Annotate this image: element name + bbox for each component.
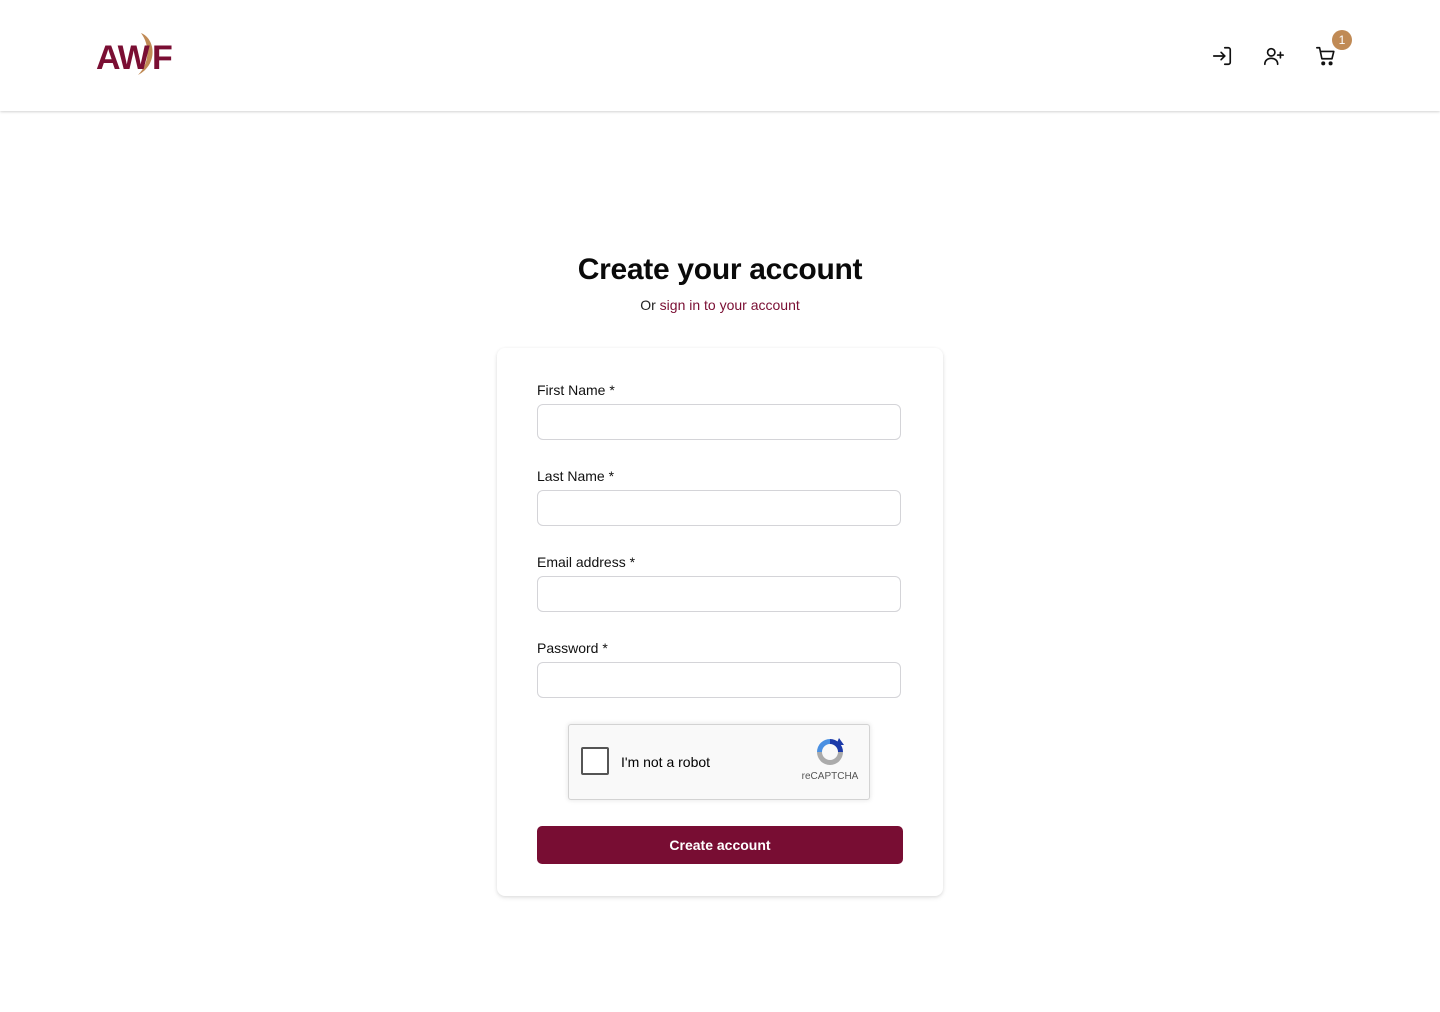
first-name-label: First Name *: [537, 382, 615, 398]
site-header: AW F 1: [0, 0, 1440, 111]
recaptcha-label: I'm not a robot: [621, 754, 711, 770]
sign-in-link[interactable]: sign in to your account: [660, 297, 800, 313]
last-name-input[interactable]: [537, 490, 901, 526]
recaptcha-brand: reCAPTCHA: [801, 771, 859, 782]
create-account-form: First Name * Last Name * Email address *…: [497, 348, 943, 896]
recaptcha-widget: I'm not a robot reCAPTCHA: [568, 724, 870, 800]
password-input[interactable]: [537, 662, 901, 698]
password-label: Password *: [537, 640, 608, 656]
email-label: Email address *: [537, 554, 636, 570]
cart-count-badge: 1: [1332, 30, 1352, 50]
email-input[interactable]: [537, 576, 901, 612]
svg-text:AW: AW: [96, 39, 151, 77]
svg-text:F: F: [152, 39, 173, 77]
recaptcha-logo-icon: [817, 738, 844, 765]
recaptcha-checkbox[interactable]: [581, 747, 609, 775]
user-plus-icon[interactable]: [1261, 43, 1287, 69]
create-account-button[interactable]: Create account: [537, 826, 903, 864]
page-title: Create your account: [577, 253, 863, 286]
awf-logo-mark: AW F: [96, 33, 173, 77]
last-name-label: Last Name *: [537, 468, 615, 484]
page-subtitle: Or sign in to your account: [0, 296, 1440, 314]
awf-logo[interactable]: AW F: [96, 31, 178, 77]
subtitle-prefix: Or: [640, 297, 656, 313]
sign-in-icon[interactable]: [1209, 43, 1235, 69]
first-name-input[interactable]: [537, 404, 901, 440]
